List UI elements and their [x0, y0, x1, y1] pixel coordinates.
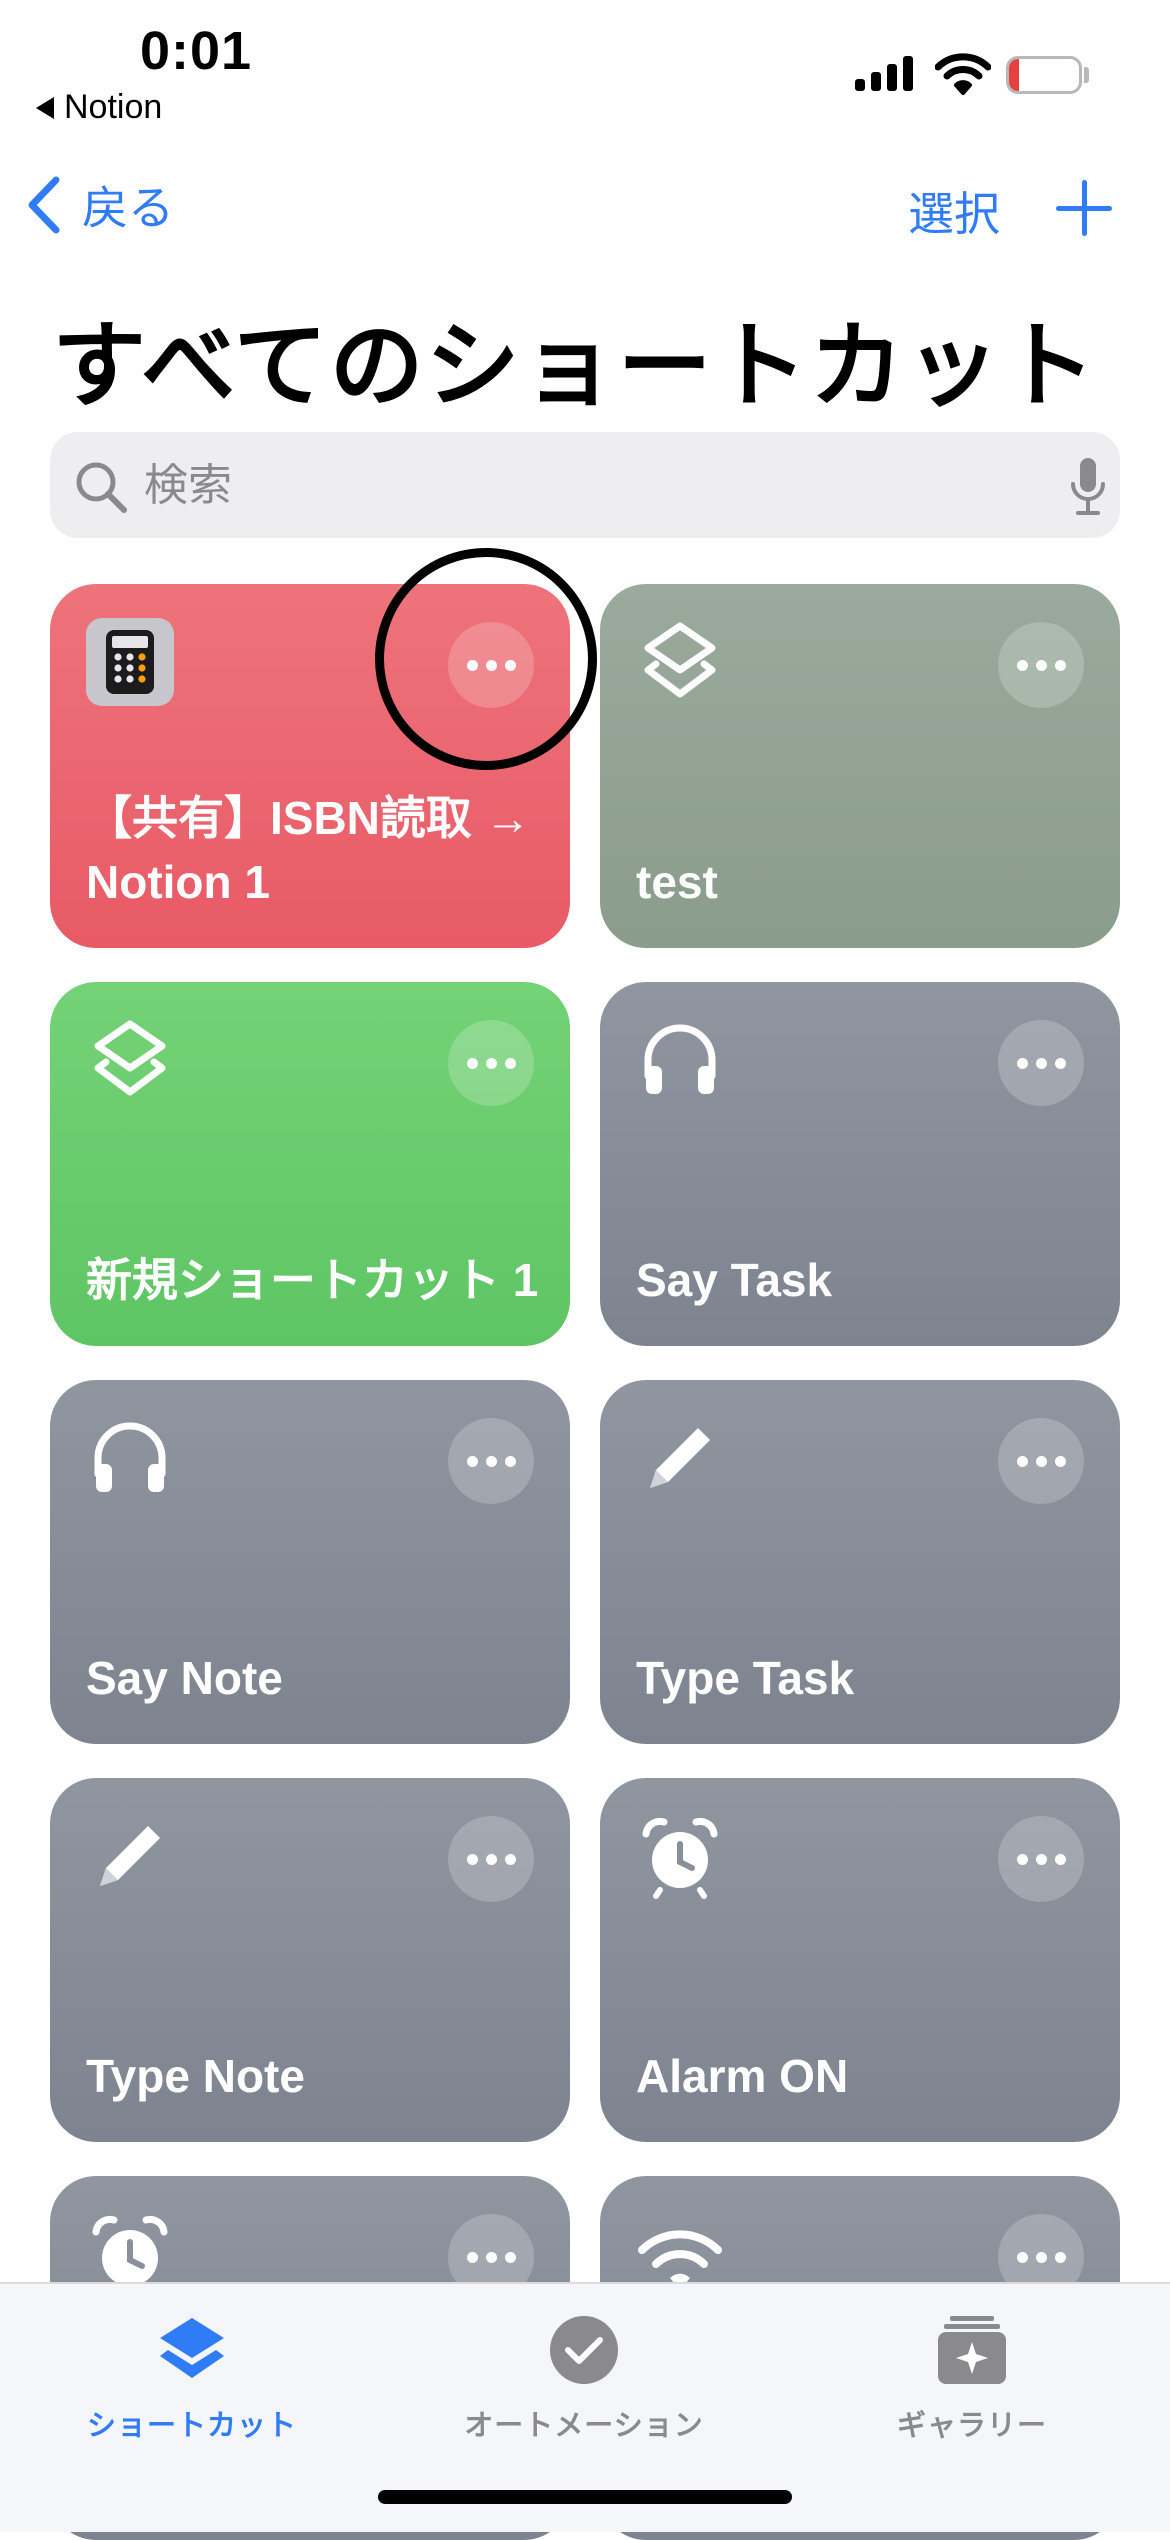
shortcut-title: 新規ショートカット 1 [86, 1253, 539, 1306]
headphones-icon [644, 1024, 716, 1094]
more-options-icon[interactable] [448, 1816, 534, 1902]
shortcut-card[interactable]: Alarm ON [600, 1778, 1120, 2142]
pencil-icon [100, 1826, 160, 1886]
back-triangle-icon [36, 96, 54, 119]
shortcut-title: Say Note [86, 1651, 283, 1704]
shortcut-card[interactable]: Say Task [600, 982, 1120, 1346]
back-label: 戻る [82, 182, 174, 234]
more-options-icon[interactable] [998, 622, 1084, 708]
shortcut-title: Say Task [636, 1253, 833, 1306]
tab-gallery[interactable]: ギャラリー [812, 2312, 1132, 2444]
headphones-icon [94, 1422, 166, 1492]
tab-label: ギャラリー [896, 2410, 1047, 2442]
pencil-icon [650, 1428, 710, 1488]
tab-label: オートメーション [464, 2410, 704, 2442]
alarm-clock-icon [642, 1817, 718, 1899]
search-input[interactable] [142, 432, 1026, 540]
search-bar[interactable] [50, 432, 1120, 540]
shortcuts-layers-icon [644, 622, 716, 698]
shortcut-card[interactable]: 新規ショートカット 1 [50, 982, 570, 1346]
cellular-signal-icon [855, 56, 913, 91]
shortcut-card[interactable]: Type Task [600, 1380, 1120, 1744]
tab-automation[interactable]: オートメーション [424, 2312, 744, 2444]
shortcut-title: Alarm ON [636, 2049, 849, 2102]
shortcuts-layers-icon [160, 2318, 224, 2378]
more-options-icon[interactable] [448, 1020, 534, 1106]
shortcut-card[interactable]: Say Note [50, 1380, 570, 1744]
annotation-circle [375, 548, 597, 770]
shortcut-title: Type Task [636, 1651, 855, 1704]
more-options-icon[interactable] [998, 1020, 1084, 1106]
shortcut-title: test [636, 855, 718, 908]
shortcut-title: 【共有】ISBN読取 → Notion 1 [86, 792, 531, 908]
status-time: 0:01 [140, 21, 253, 81]
more-options-icon[interactable] [998, 1418, 1084, 1504]
back-button[interactable]: 戻る [24, 172, 174, 238]
more-options-icon[interactable] [448, 1418, 534, 1504]
battery-percent: 4 [1035, 57, 1053, 90]
back-app-label: Notion [64, 88, 163, 126]
battery-icon: 4 [1006, 56, 1082, 94]
battery-cap [1084, 67, 1089, 83]
checkmark-circle-icon [550, 2316, 618, 2384]
calculator-icon [86, 618, 174, 706]
shortcut-card[interactable]: Type Note [50, 1778, 570, 2142]
home-indicator [378, 2490, 792, 2504]
shortcut-card[interactable]: test [600, 584, 1120, 948]
more-options-icon[interactable] [998, 1816, 1084, 1902]
tab-shortcuts[interactable]: ショートカット [32, 2312, 352, 2444]
select-button[interactable]: 選択 [908, 178, 1000, 244]
tab-label: ショートカット [86, 2410, 297, 2442]
gallery-sparkle-icon [938, 2316, 1006, 2384]
search-icon [76, 462, 127, 513]
chevron-left-icon [28, 176, 60, 234]
microphone-icon[interactable] [1070, 456, 1106, 518]
shortcuts-layers-icon [94, 1020, 166, 1096]
shortcut-title: Type Note [86, 2049, 305, 2102]
plus-icon[interactable] [1056, 180, 1112, 236]
page-title: すべてのショートカット [52, 313, 1098, 418]
wifi-status-icon [935, 53, 991, 95]
back-to-app-link[interactable]: Notion [36, 88, 162, 127]
